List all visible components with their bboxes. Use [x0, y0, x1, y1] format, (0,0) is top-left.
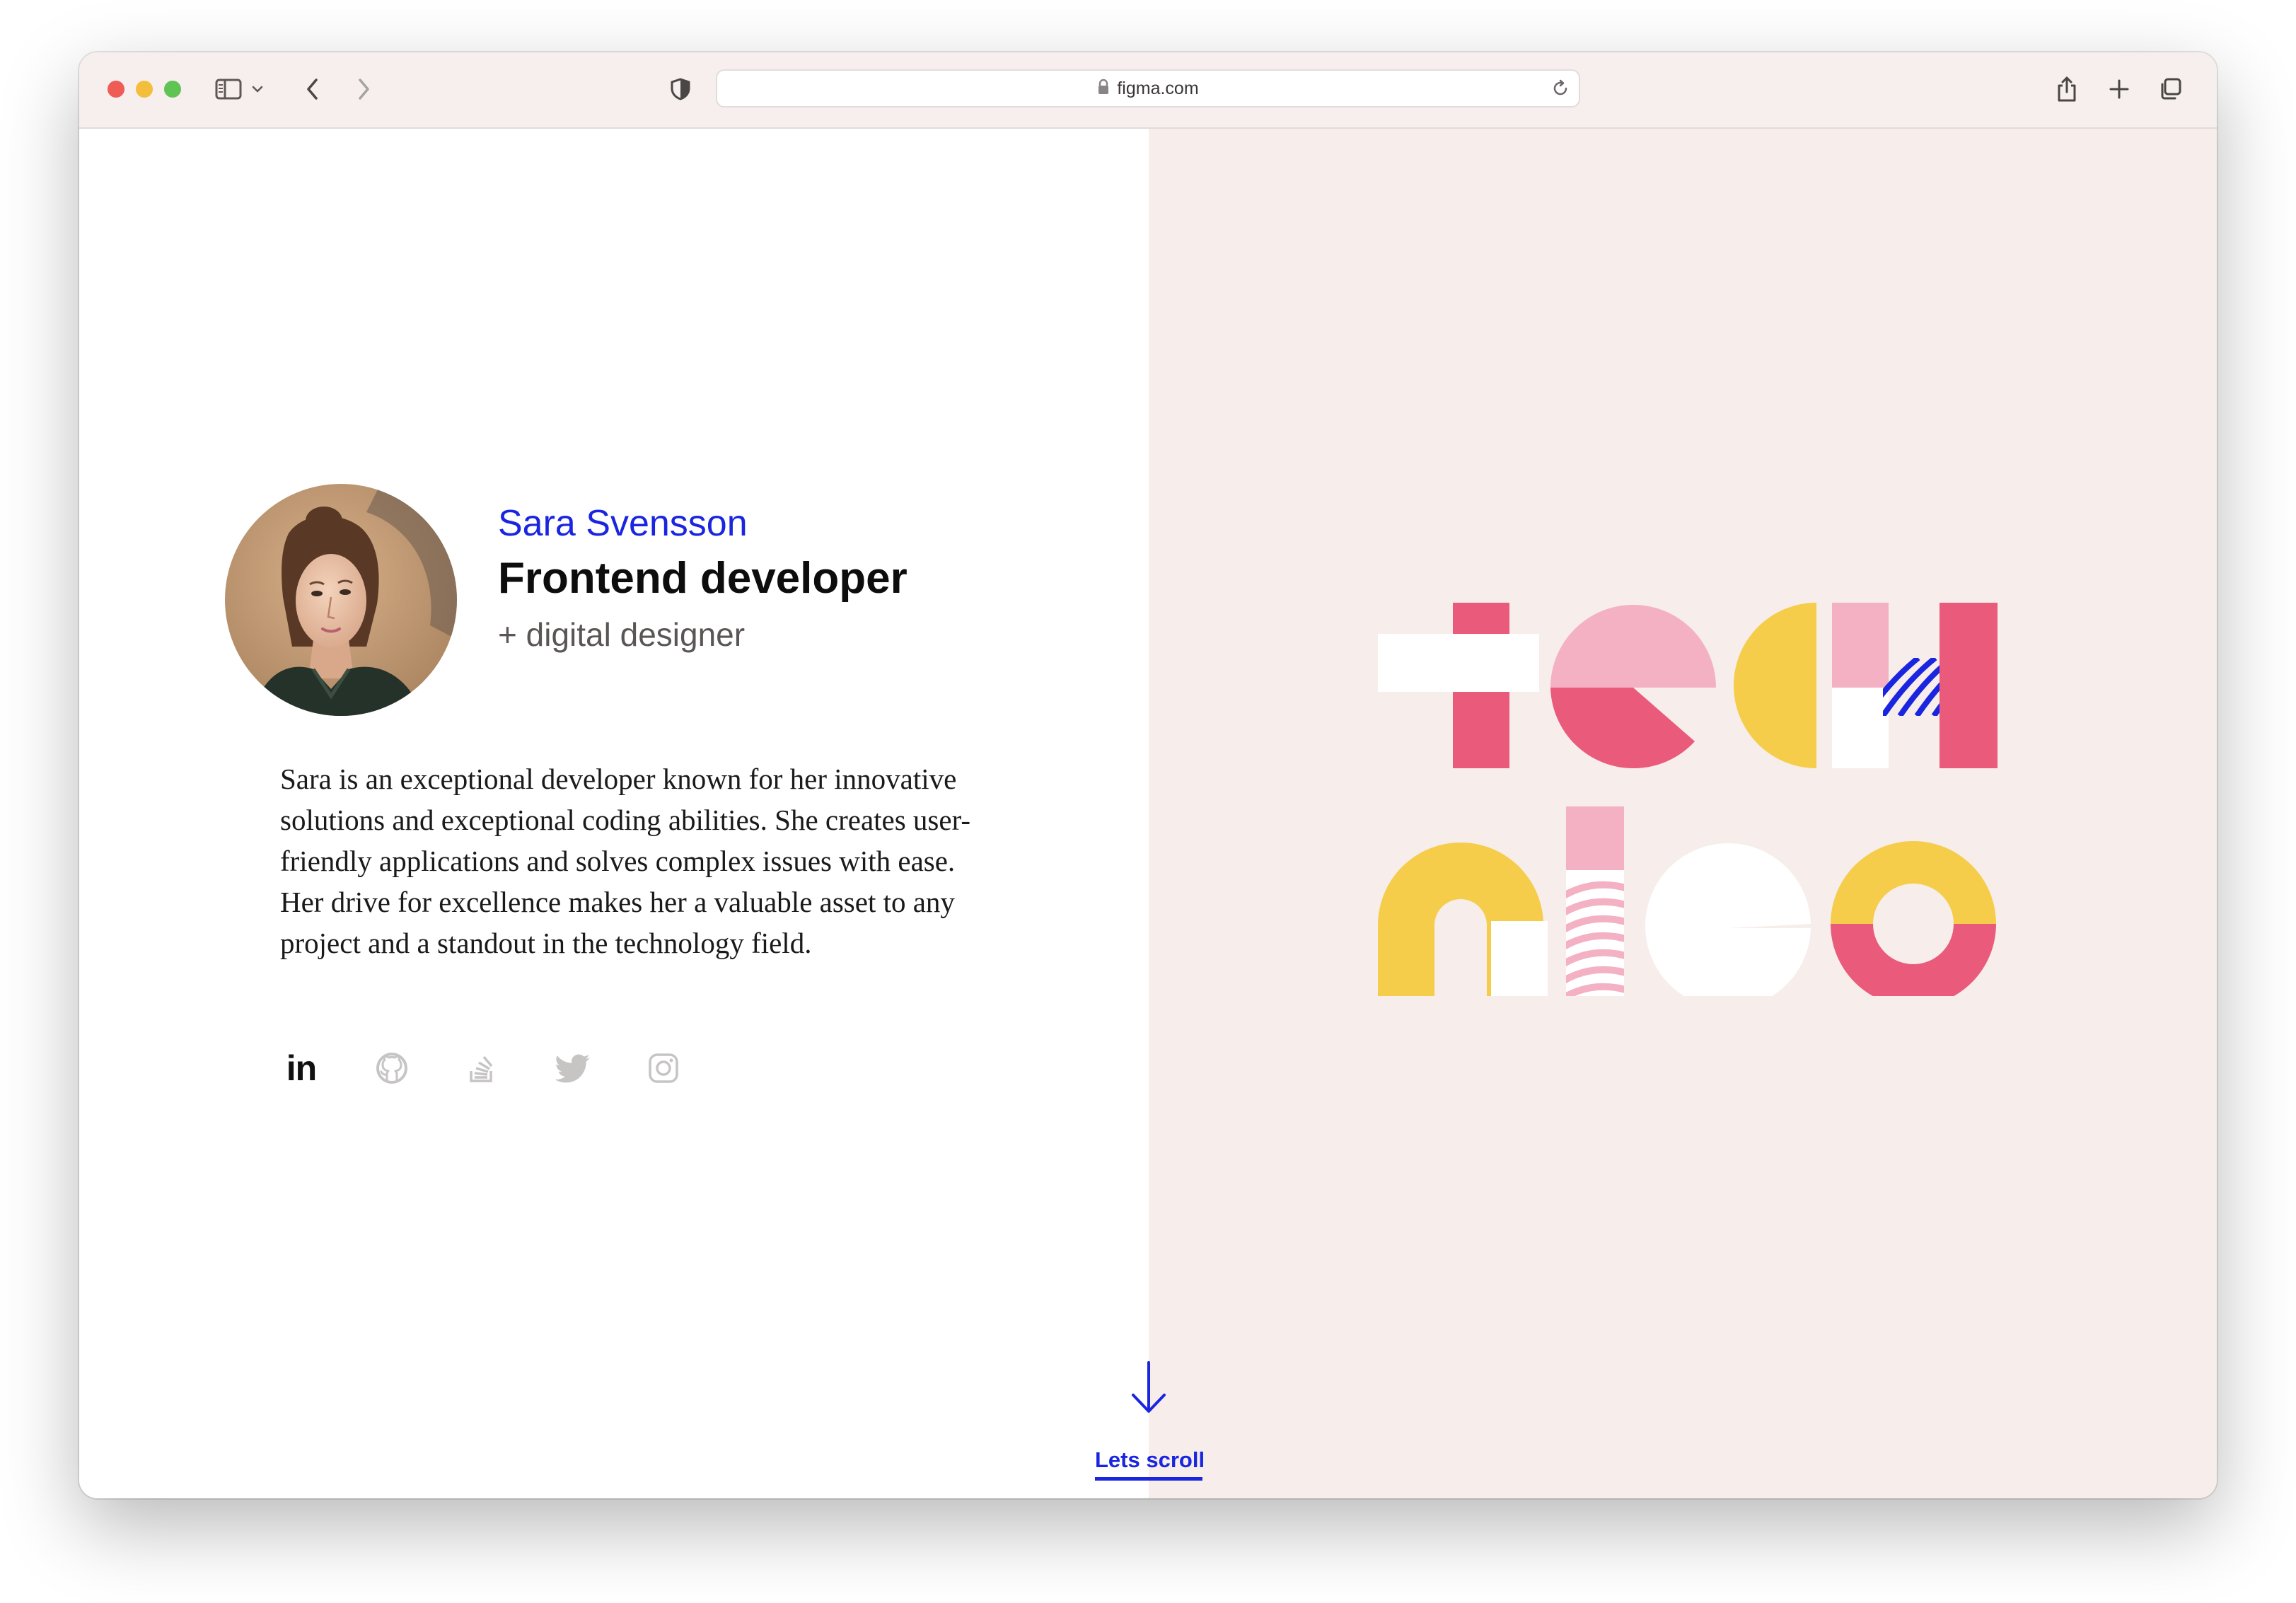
n-right-leg — [1491, 921, 1548, 996]
share-icon[interactable] — [2053, 69, 2081, 109]
bio-line: Sara is an exceptional developer known f… — [280, 763, 957, 795]
shield-icon[interactable] — [666, 69, 695, 109]
e-top — [1550, 605, 1716, 688]
maximize-window-button[interactable] — [164, 81, 181, 98]
linkedin-icon[interactable]: in — [280, 1047, 323, 1089]
address-bar[interactable]: figma.com — [716, 69, 1580, 108]
profile-bio: Sara is an exceptional developer known f… — [280, 758, 1016, 963]
bio-line: solutions and exceptional coding abiliti… — [280, 804, 971, 836]
bio-line: project and a standout in the technology… — [280, 927, 812, 959]
profile-role: Frontend developer — [498, 554, 908, 603]
forward-arrow-icon[interactable] — [349, 69, 378, 109]
o-bottom — [1831, 924, 1996, 996]
close-window-button[interactable] — [108, 81, 124, 98]
avatar — [225, 484, 457, 716]
lock-icon — [1097, 79, 1110, 99]
linkedin-label: in — [286, 1048, 317, 1088]
profile-subtitle: + digital designer — [498, 616, 746, 653]
e-bottom — [1550, 688, 1695, 769]
plus-icon[interactable] — [2105, 69, 2133, 109]
minimize-window-button[interactable] — [136, 81, 153, 98]
sidebar-icon[interactable] — [211, 69, 246, 109]
chevron-down-icon[interactable] — [248, 69, 267, 109]
url-text: figma.com — [1117, 78, 1199, 98]
c2-shape — [1645, 843, 1811, 996]
page-content: Sara Svensson Frontend developer + digit… — [79, 129, 2217, 1498]
browser-toolbar: figma.com — [79, 52, 2217, 129]
tabs-overview-icon[interactable] — [2156, 69, 2184, 109]
bio-line: Her drive for excellence makes her a val… — [280, 886, 955, 918]
t-crossbar — [1378, 634, 1539, 692]
reload-icon[interactable] — [1550, 78, 1570, 103]
arrow-down-icon[interactable] — [1126, 1360, 1171, 1416]
tech-lettering-artwork — [1378, 603, 1998, 996]
h-right-stem — [1940, 603, 1998, 768]
o-top — [1831, 841, 1996, 924]
instagram-icon[interactable] — [642, 1047, 685, 1089]
h-left-top — [1832, 603, 1889, 688]
lets-scroll-link[interactable]: Lets scroll — [1095, 1447, 1205, 1481]
c-shape — [1734, 603, 1816, 768]
stackoverflow-icon[interactable] — [461, 1047, 504, 1089]
profile-name: Sara Svensson — [498, 503, 748, 544]
h-left-bottom — [1832, 688, 1889, 768]
back-arrow-icon[interactable] — [298, 69, 327, 109]
twitter-icon[interactable] — [552, 1047, 594, 1089]
profile-panel: Sara Svensson Frontend developer + digit… — [79, 129, 1149, 1498]
github-icon[interactable] — [371, 1047, 413, 1089]
i-dot — [1566, 806, 1624, 870]
browser-window: figma.com Sara Svensson Frontend develop… — [79, 52, 2217, 1498]
bio-line: friendly applications and solves complex… — [280, 845, 956, 877]
